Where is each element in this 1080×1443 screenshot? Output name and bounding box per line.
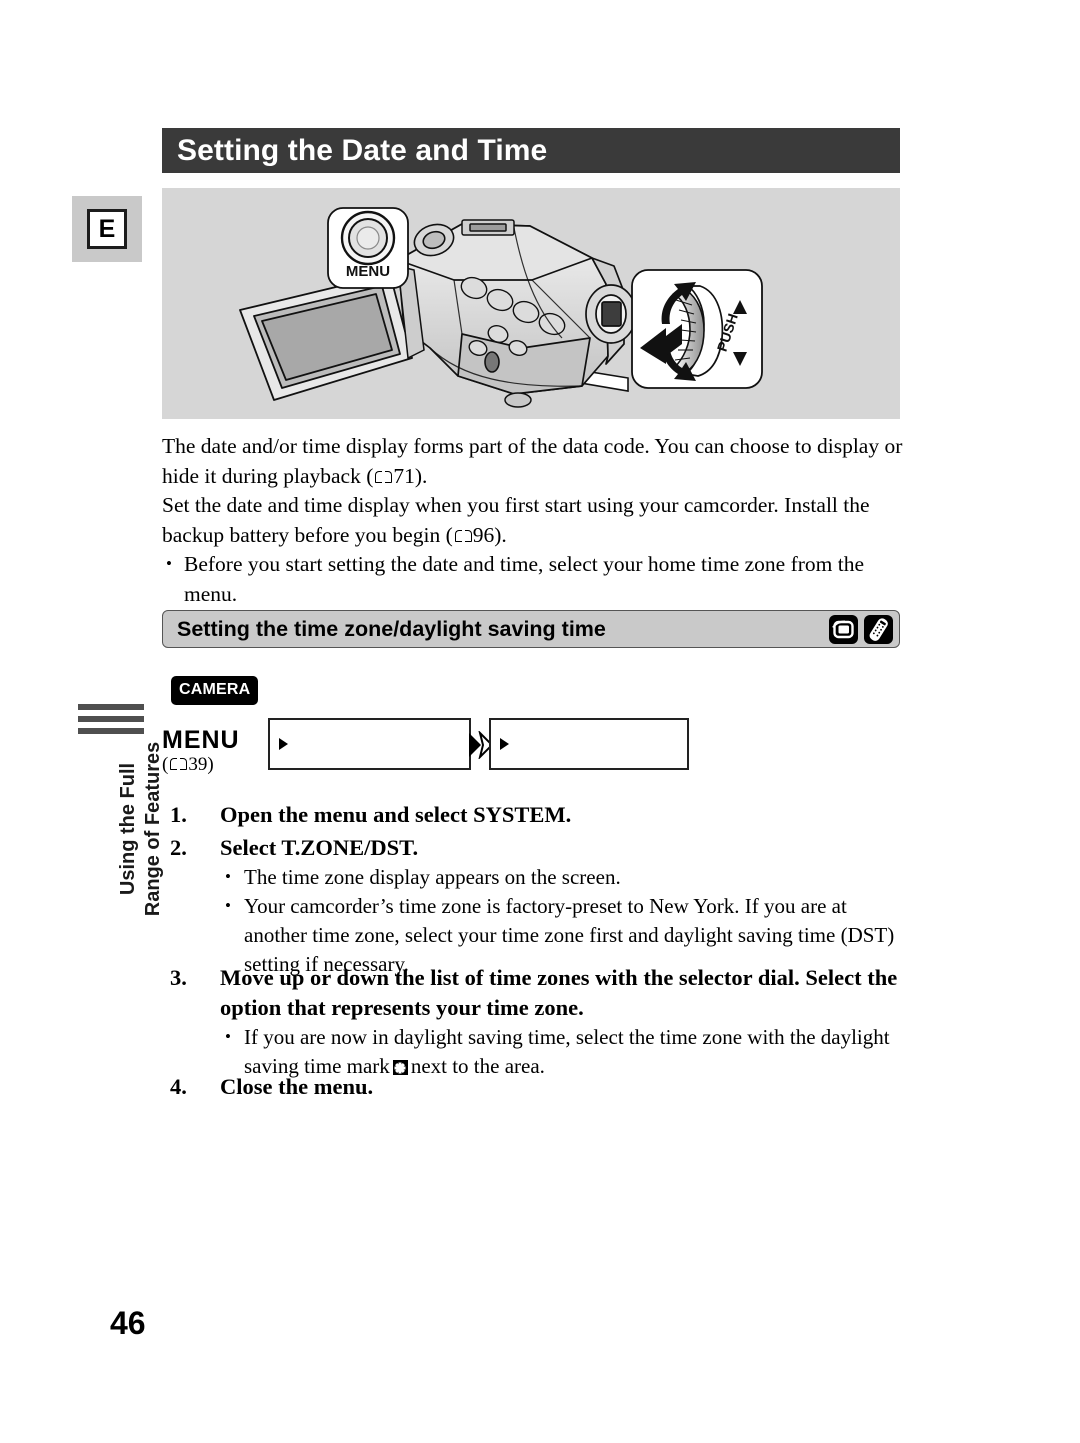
step-2-heading: 2. Select T.ZONE/DST. bbox=[162, 833, 904, 863]
language-tab-e: E bbox=[87, 209, 127, 249]
step-4-title: Close the menu. bbox=[220, 1074, 374, 1099]
subsection-heading-bar: Setting the time zone/daylight saving ti… bbox=[162, 610, 900, 648]
double-chevron-right-icon bbox=[469, 731, 491, 759]
camcorder-foot bbox=[504, 392, 532, 408]
step-4-number: 4. bbox=[170, 1074, 187, 1099]
camcorder-illustration: MENU PUSH bbox=[239, 207, 763, 408]
intro-bullet-list: Before you start setting the date and ti… bbox=[162, 549, 904, 609]
language-tab-block: E bbox=[72, 196, 142, 262]
step-2-number: 2. bbox=[170, 835, 187, 860]
illustration-panel: MENU PUSH bbox=[162, 188, 900, 419]
list-item: Before you start setting the date and ti… bbox=[162, 549, 904, 609]
intro-p2-tail: ). bbox=[494, 522, 507, 547]
intro-p2-ref: 96 bbox=[472, 522, 495, 547]
step-1: 1. Open the menu and select SYSTEM. bbox=[162, 800, 904, 830]
intro-p1-tail: ). bbox=[414, 463, 428, 488]
list-item: The time zone display appears on the scr… bbox=[220, 862, 904, 892]
page-title-bar: Setting the Date and Time bbox=[162, 128, 900, 173]
intro-paragraph-1: The date and/or time display forms part … bbox=[162, 432, 904, 491]
camera-mode-badge: CAMERA bbox=[171, 676, 259, 705]
step-3-heading: 3. Move up or down the list of time zone… bbox=[162, 963, 904, 1023]
menu-callout-label: MENU bbox=[346, 263, 390, 280]
intro-paragraph-2: Set the date and time display when you f… bbox=[162, 491, 910, 550]
step-1-title: Open the menu and select SYSTEM. bbox=[220, 802, 572, 827]
menu-page-reference: (39) bbox=[162, 754, 214, 776]
book-page-ref-icon bbox=[170, 758, 188, 771]
playback-mode-icon bbox=[829, 614, 858, 644]
step-4: 4. Close the menu. bbox=[162, 1072, 904, 1102]
intro-p2-text: Set the date and time display when you f… bbox=[162, 493, 870, 547]
page-title: Setting the Date and Time bbox=[177, 133, 548, 167]
book-page-ref-icon bbox=[454, 529, 472, 543]
side-tab-rule bbox=[78, 704, 144, 710]
book-page-ref-icon bbox=[375, 470, 393, 484]
body-selector-dial bbox=[484, 351, 500, 373]
step-1-heading: 1. Open the menu and select SYSTEM. bbox=[162, 800, 904, 830]
menu-label: MENU bbox=[162, 726, 240, 754]
page-number: 46 bbox=[110, 1305, 146, 1341]
menu-step-box-2[interactable] bbox=[489, 718, 689, 770]
selector-dial-callout: PUSH bbox=[631, 269, 763, 389]
menu-step-box-1[interactable] bbox=[268, 718, 471, 770]
step-3-note-before: If you are now in daylight saving time, … bbox=[244, 1025, 890, 1078]
section-side-tab: Using the Full Range of Features bbox=[78, 704, 164, 916]
step-2: 2. Select T.ZONE/DST. The time zone disp… bbox=[162, 833, 904, 979]
viewfinder bbox=[585, 284, 637, 344]
lcd-panel bbox=[239, 273, 413, 401]
intro-p1-ref: 71 bbox=[393, 463, 415, 488]
accessory-shoe bbox=[461, 219, 515, 236]
step-2-notes: The time zone display appears on the scr… bbox=[162, 862, 904, 979]
intro-p1-text: The date and/or time display forms part … bbox=[162, 434, 903, 488]
side-tab-label: Using the Full Range of Features bbox=[117, 741, 164, 917]
remote-control-icon bbox=[864, 614, 893, 644]
menu-ref-page: 39 bbox=[188, 754, 208, 775]
step-3-title: Move up or down the list of time zones w… bbox=[220, 965, 898, 1020]
step-3: 3. Move up or down the list of time zone… bbox=[162, 963, 904, 1081]
menu-ref-close: ) bbox=[207, 754, 214, 775]
step-4-heading: 4. Close the menu. bbox=[162, 1072, 904, 1102]
menu-button-callout: MENU bbox=[327, 207, 409, 289]
step-3-number: 3. bbox=[170, 965, 187, 990]
caret-right-icon bbox=[500, 738, 509, 750]
step-1-number: 1. bbox=[170, 802, 187, 827]
subsection-heading: Setting the time zone/daylight saving ti… bbox=[177, 616, 606, 641]
step-2-title: Select T.ZONE/DST. bbox=[220, 835, 419, 860]
caret-right-icon bbox=[279, 738, 288, 750]
